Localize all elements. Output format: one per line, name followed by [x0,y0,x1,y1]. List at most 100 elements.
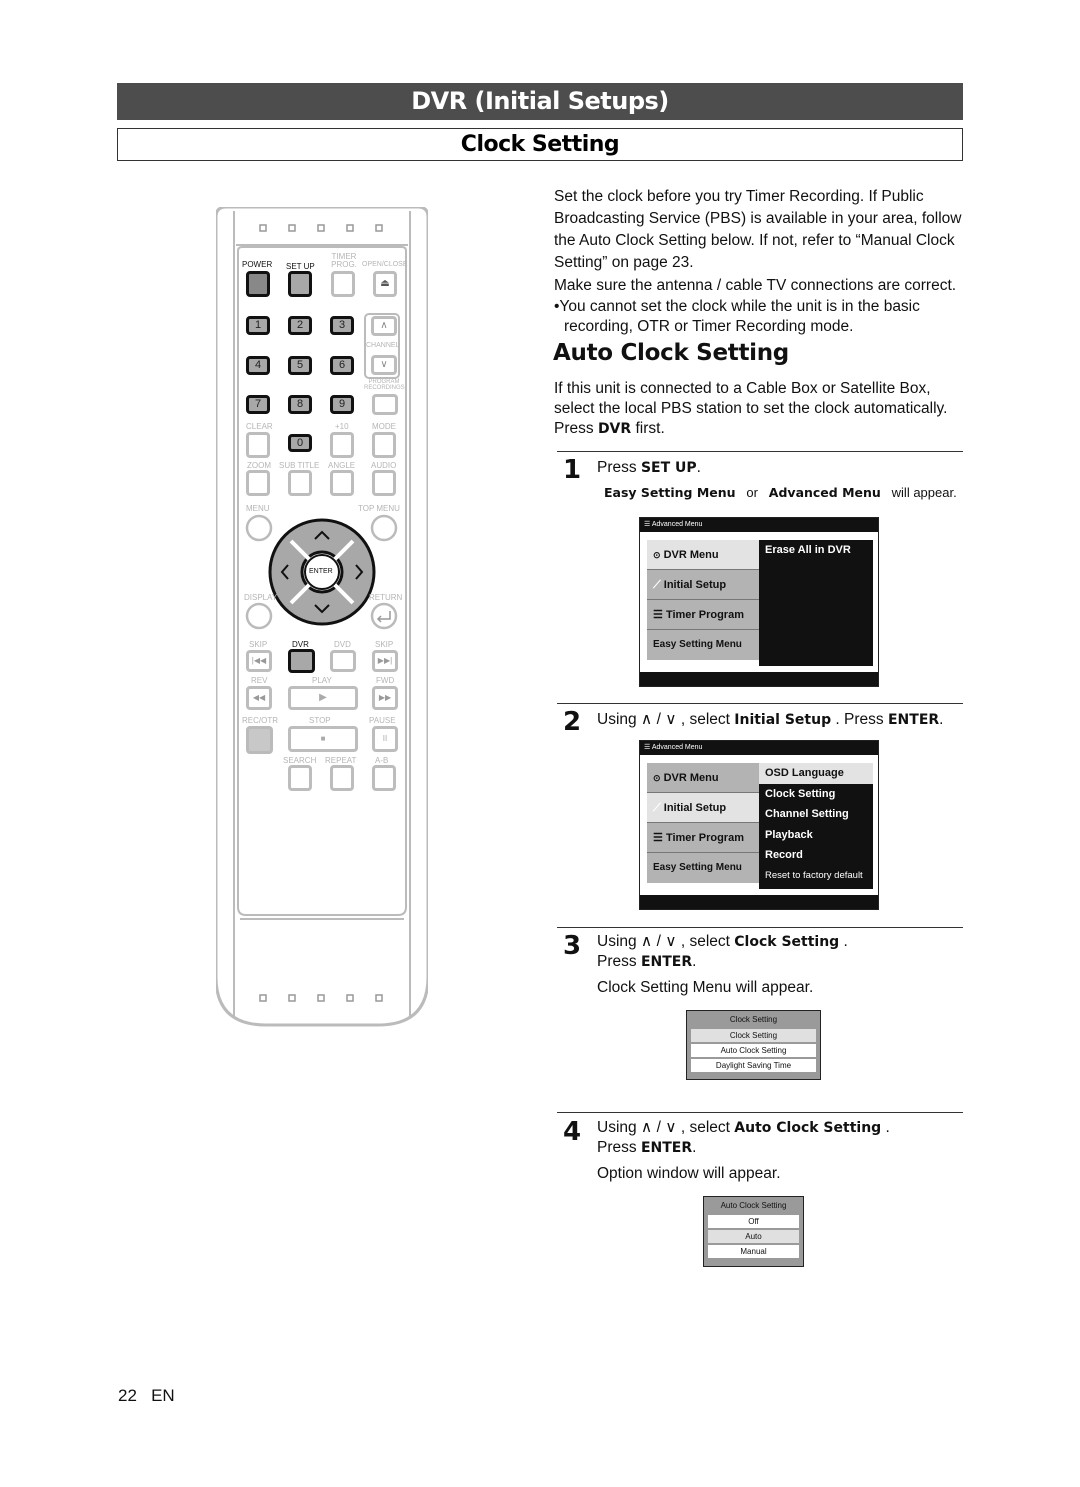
osd-item-dvr-menu[interactable]: ⊙ DVR Menu [647,763,759,793]
auto-clock-intro: If this unit is connected to a Cable Box… [554,379,994,439]
page-number: 22 [118,1386,137,1405]
num-5-button[interactable]: 5 [288,356,312,375]
num-9-button[interactable]: 9 [330,395,354,414]
repeat-button[interactable] [330,765,354,791]
osd-option-osd-language[interactable]: OSD Language [759,763,873,784]
popup-option[interactable]: Off [708,1215,799,1228]
rec-otr-button[interactable] [246,726,273,754]
auto-clock-heading: Auto Clock Setting [553,340,789,366]
osd-item-timer-program[interactable]: ☰ Timer Program [647,823,759,853]
step-1-subtext: Easy Setting Menu or Advanced Menu will … [604,485,957,500]
num-6-button[interactable]: 6 [330,356,354,375]
osd-item-timer-program[interactable]: ☰ Timer Program [647,600,759,630]
dvr-button[interactable] [288,649,315,673]
text: . [881,1119,890,1136]
osd-option-erase-all[interactable]: Erase All in DVR [759,540,873,561]
zoom-button[interactable] [246,470,270,496]
num-8-button[interactable]: 8 [288,395,312,414]
osd-option-record[interactable]: Record [759,845,873,866]
divider [557,703,963,704]
rev-button[interactable]: ◀◀ [246,686,272,710]
ab-button[interactable] [372,765,396,791]
osd-option-channel-setting[interactable]: Channel Setting [759,804,873,825]
osd-option-clock-setting[interactable]: Clock Setting [759,784,873,805]
search-button[interactable] [288,765,312,791]
text: first. [631,420,665,437]
plus10-button[interactable] [330,432,354,458]
num-2-button[interactable]: 2 [288,316,312,335]
eject-button[interactable]: ⏏ [373,271,397,297]
intro-line: Make sure the antenna / cable TV connect… [554,277,957,294]
text: Press [597,459,641,476]
num-7-button[interactable]: 7 [246,395,270,414]
skip-fwd-button[interactable]: ▶▶| [372,650,398,672]
auto-text: Press DVR first. [554,419,994,439]
angle-button[interactable] [330,470,354,496]
num-1-button[interactable]: 1 [246,316,270,335]
auto-text: If this unit is connected to a Cable Box… [554,380,931,397]
menu-name: Clock Setting [734,934,840,950]
display-button[interactable] [247,604,271,628]
num-3-button[interactable]: 3 [330,316,354,335]
num-4-button[interactable]: 4 [246,356,270,375]
popup-option[interactable]: Auto Clock Setting [691,1044,816,1057]
dvd-button[interactable] [330,650,356,672]
text: Using ∧ / ∨ , select [597,933,735,950]
channel-down-button[interactable]: ∨ [371,355,397,375]
osd-item-initial-setup[interactable]: ⟋ Initial Setup [647,570,759,600]
play-button[interactable]: ▶ [288,686,358,710]
channel-label: CHANNEL [366,342,400,349]
popup-title: Clock Setting [729,1015,778,1024]
step-note: Clock Setting Menu will appear. [597,979,814,996]
timer-prog-label: TIMER PROG. [331,252,357,269]
pause-button[interactable]: II [372,726,398,752]
rec-otr-label: REC/OTR [242,716,278,725]
return-button[interactable] [372,604,396,628]
menu-label: MENU [246,504,270,513]
popup-option[interactable]: Manual [708,1245,799,1258]
intro-line: Broadcasting Service (PBS) is available … [554,210,962,227]
popup-option[interactable]: Daylight Saving Time [691,1059,816,1072]
mode-button[interactable] [372,432,396,458]
osd-item-easy-setting[interactable]: Easy Setting Menu [647,853,759,883]
enter-button[interactable]: ENTER [309,568,333,575]
audio-button[interactable] [372,470,396,496]
channel-up-button[interactable]: ∧ [371,316,397,336]
skip-back-button[interactable]: |◀◀ [246,650,272,672]
key-name: ENTER [640,1140,693,1156]
subtitle-button[interactable] [288,470,312,496]
step-number: 3 [563,931,582,961]
osd-title: Advanced Menu [651,744,703,751]
page-title: Clock Setting [117,128,963,161]
wrench-icon: ⟋ [653,802,661,814]
advanced-menu-screen-2: ☰ Advanced Menu ⊙ DVR Menu ⟋ Initial Set… [639,740,879,910]
disc-icon: ⊙ [653,550,661,560]
num-0-button[interactable]: 0 [288,434,312,452]
popup-option[interactable]: Clock Setting [691,1029,816,1042]
intro-line: the Auto Clock Setting below. If not, re… [554,232,955,249]
osd-bottombar [640,895,878,909]
setup-button[interactable] [288,271,312,297]
step-4-text: Using ∧ / ∨ , select Auto Clock Setting … [597,1118,890,1184]
top-menu-button[interactable] [372,516,396,540]
clear-button[interactable] [246,432,270,458]
label: Initial Setup [663,579,727,591]
open-close-label: OPEN/CLOSE [362,261,408,268]
osd-item-easy-setting[interactable]: Easy Setting Menu [647,630,759,660]
power-button[interactable] [246,271,270,297]
popup-option[interactable]: Auto [708,1230,799,1243]
text: Using ∧ / ∨ , select [597,1119,735,1136]
fwd-button[interactable]: ▶▶ [372,686,398,710]
program-recordings-button[interactable] [372,394,398,415]
top-menu-label: TOP MENU [358,504,400,513]
osd-option-reset[interactable]: Reset to factory default [759,866,873,887]
stop-button[interactable]: ■ [288,726,358,752]
osd-item-dvr-menu[interactable]: ⊙ DVR Menu [647,540,759,570]
osd-option-playback[interactable]: Playback [759,825,873,846]
menu-button[interactable] [247,516,271,540]
osd-item-initial-setup[interactable]: ⟋ Initial Setup [647,793,759,823]
intro-line: Set the clock before you try Timer Recor… [554,188,924,205]
timer-prog-button[interactable] [331,271,355,297]
intro-text: Set the clock before you try Timer Recor… [554,186,994,337]
program-recordings-label: PROGRAM RECORDINGS [364,379,405,391]
